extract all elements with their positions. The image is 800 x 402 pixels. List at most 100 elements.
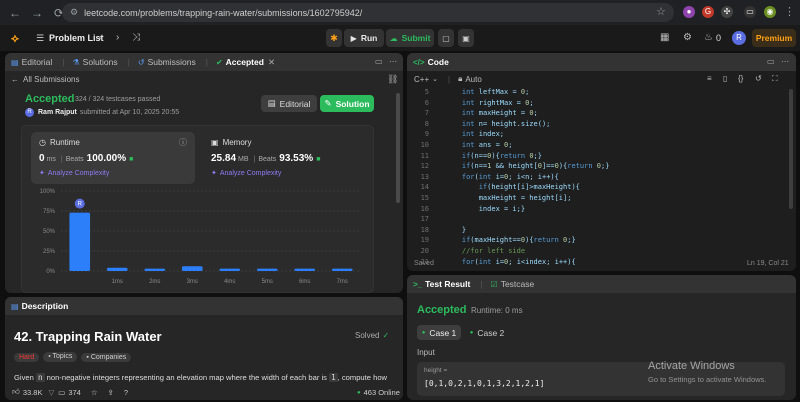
premium-button[interactable]: Premium — [752, 29, 796, 47]
collapse-panel-icon[interactable]: ▭ — [375, 57, 383, 66]
tab-solutions[interactable]: ⚗ Solutions — [73, 57, 118, 67]
tab-accepted[interactable]: ✔ Accepted ✕ — [216, 57, 275, 68]
code-line[interactable]: 12 if(n==1 && height[0]==0){return 0;} — [407, 161, 785, 172]
status-dot-icon: ● — [421, 329, 426, 336]
extension-icon[interactable]: ● — [683, 6, 695, 18]
submit-button[interactable]: ☁ Submit — [386, 29, 434, 47]
debug-icon[interactable]: ✱ — [326, 29, 342, 47]
next-problem-icon[interactable]: › — [116, 32, 119, 43]
history-icon: ↺ — [137, 57, 145, 67]
y-tick-label: 100% — [40, 189, 56, 195]
code-line[interactable]: 13 for(int i=0; i<n; i++){ — [407, 172, 785, 183]
fullscreen-icon[interactable]: ⛶ — [772, 74, 778, 84]
bookmark-icon[interactable]: ▯ — [723, 74, 727, 83]
code-line[interactable]: 6 int rightMax = 0; — [407, 98, 785, 109]
prev-problem-icon[interactable]: ‹ — [99, 32, 102, 43]
runtime-card[interactable]: ◷ Runtime ⓘ 0 ms | Beats 100.00% ■ ✦ Anal… — [31, 132, 195, 184]
extension-icon[interactable]: G — [702, 6, 714, 18]
collapse-panel-icon[interactable]: ▭ — [767, 57, 775, 66]
avatar[interactable]: R — [732, 31, 746, 45]
problem-list-link[interactable]: Problem List — [49, 33, 104, 43]
language-select[interactable]: C++ ⌄ — [414, 75, 438, 84]
close-tab-icon[interactable]: ✕ — [268, 57, 275, 68]
notes-icon[interactable]: ▢ — [438, 29, 454, 47]
tab-submissions[interactable]: ↺ Submissions — [138, 57, 196, 67]
bar-2ms[interactable] — [144, 268, 166, 271]
code-line[interactable]: 10 int ans = 0; — [407, 140, 785, 151]
code-line[interactable]: 5 int leftMax = 0; — [407, 87, 785, 98]
code-text: maxHeight = height[i]; — [445, 193, 572, 202]
list-icon: ☰ — [36, 33, 45, 43]
share-link-icon[interactable]: ⛓ — [387, 74, 398, 85]
settings-gear-icon[interactable]: ⚙ — [683, 32, 692, 43]
code-line[interactable]: 19 if(maxHeight==0){return 0;} — [407, 235, 785, 246]
address-bar[interactable]: ⚙ leetcode.com/problems/trapping-rain-wa… — [62, 3, 674, 22]
back-arrow-icon[interactable]: ← — [8, 6, 22, 20]
share-icon[interactable]: ⇪ — [108, 388, 114, 397]
run-button[interactable]: ▶ Run — [344, 29, 384, 47]
analyze-complexity-link[interactable]: ✦ Analyze Complexity — [211, 169, 281, 178]
braces-icon[interactable]: {} — [738, 74, 743, 83]
whiteboard-icon[interactable]: ▣ — [458, 29, 474, 47]
format-icon[interactable]: ≡ — [707, 74, 712, 83]
question-icon[interactable]: ? — [124, 388, 128, 397]
solution-button[interactable]: ✎ Solution — [320, 95, 374, 112]
editorial-button[interactable]: ▤ Editorial — [261, 95, 317, 112]
thumbs-down-icon[interactable]: ▽ — [48, 388, 54, 397]
more-icon[interactable]: ⋯ — [389, 57, 397, 66]
editor-scrollbar[interactable] — [789, 89, 793, 209]
tab-code[interactable]: </> Code — [413, 57, 449, 67]
puzzle-extension-icon[interactable]: ✣ — [721, 6, 733, 18]
site-info-icon[interactable]: ⚙ — [70, 7, 78, 18]
cast-icon[interactable]: ▭ — [744, 6, 756, 18]
shuffle-icon[interactable]: ⤨ — [132, 32, 140, 43]
code-line[interactable]: 15 maxHeight = height[i]; — [407, 193, 785, 204]
comment-icon[interactable]: ▭ — [58, 388, 65, 397]
y-tick-label: 75% — [43, 209, 56, 215]
analyze-complexity-link[interactable]: ✦ Analyze Complexity — [39, 169, 109, 178]
code-line[interactable]: 18 } — [407, 225, 785, 236]
code-line[interactable]: 17 — [407, 214, 785, 225]
code-line[interactable]: 8 int n= height.size(); — [407, 119, 785, 130]
code-editor[interactable]: 5 int leftMax = 0; 6 int rightMax = 0; 7 i… — [407, 87, 785, 267]
panel-scrollbar[interactable] — [396, 93, 400, 203]
bookmark-star-icon[interactable]: ☆ — [656, 5, 666, 18]
topics-tag[interactable]: ⬩ Topics — [43, 352, 78, 362]
back-to-submissions[interactable]: ← All Submissions — [11, 75, 79, 84]
layout-icon[interactable]: ▦ — [660, 32, 669, 43]
bar-3ms[interactable] — [181, 266, 203, 271]
more-icon[interactable]: ⋯ — [781, 57, 789, 66]
tab-editorial[interactable]: ▤ Editorial — [11, 57, 52, 67]
tab-test-result[interactable]: >_ Test Result — [413, 279, 470, 289]
description-panel: ▤ Description 42. Trapping Rain Water Sol… — [5, 297, 403, 400]
tab-testcase[interactable]: ☑ Testcase — [491, 279, 535, 289]
line-number: 8 — [424, 119, 429, 128]
bar-6ms[interactable] — [294, 268, 316, 271]
info-icon[interactable]: ⓘ — [179, 137, 187, 148]
memory-card[interactable]: ▣ Memory 25.84 MB | Beats 93.53% ■ ✦ Anal… — [203, 132, 367, 184]
code-line[interactable]: 11 if(n==0){return 0;} — [407, 151, 785, 162]
forward-arrow-icon[interactable]: → — [30, 6, 44, 20]
code-line[interactable]: 7 int maxHeight = 0; — [407, 108, 785, 119]
profile-icon[interactable]: ◉ — [764, 6, 776, 18]
star-icon[interactable]: ☆ — [91, 388, 98, 397]
tab-description[interactable]: ▤ Description — [11, 301, 68, 311]
case-1-tab[interactable]: ● Case 1 — [417, 325, 461, 340]
reset-icon[interactable]: ↺ — [755, 74, 762, 83]
case-2-tab[interactable]: ● Case 2 — [465, 325, 509, 340]
param-name: height = — [424, 367, 448, 374]
code-line[interactable]: 14 if(height[i]>maxHeight){ — [407, 182, 785, 193]
bar-5ms[interactable] — [256, 268, 278, 271]
bar-0ms[interactable] — [69, 212, 91, 271]
bar-7ms[interactable] — [331, 268, 353, 271]
code-line[interactable]: 16 index = i;} — [407, 204, 785, 215]
auto-mode-toggle[interactable]: 🔒︎ Auto — [458, 74, 482, 84]
thumbs-up-icon[interactable]: 👍︎ — [12, 387, 20, 397]
bar-1ms[interactable] — [106, 267, 128, 271]
leetcode-logo-icon[interactable]: ⟡ — [11, 31, 19, 46]
code-line[interactable]: 20 //for left side — [407, 246, 785, 257]
bar-4ms[interactable] — [219, 268, 241, 271]
menu-dots-icon[interactable]: ⋮ — [784, 5, 795, 18]
code-line[interactable]: 9 int index; — [407, 129, 785, 140]
companies-tag[interactable]: ▪ Companies — [81, 352, 132, 362]
